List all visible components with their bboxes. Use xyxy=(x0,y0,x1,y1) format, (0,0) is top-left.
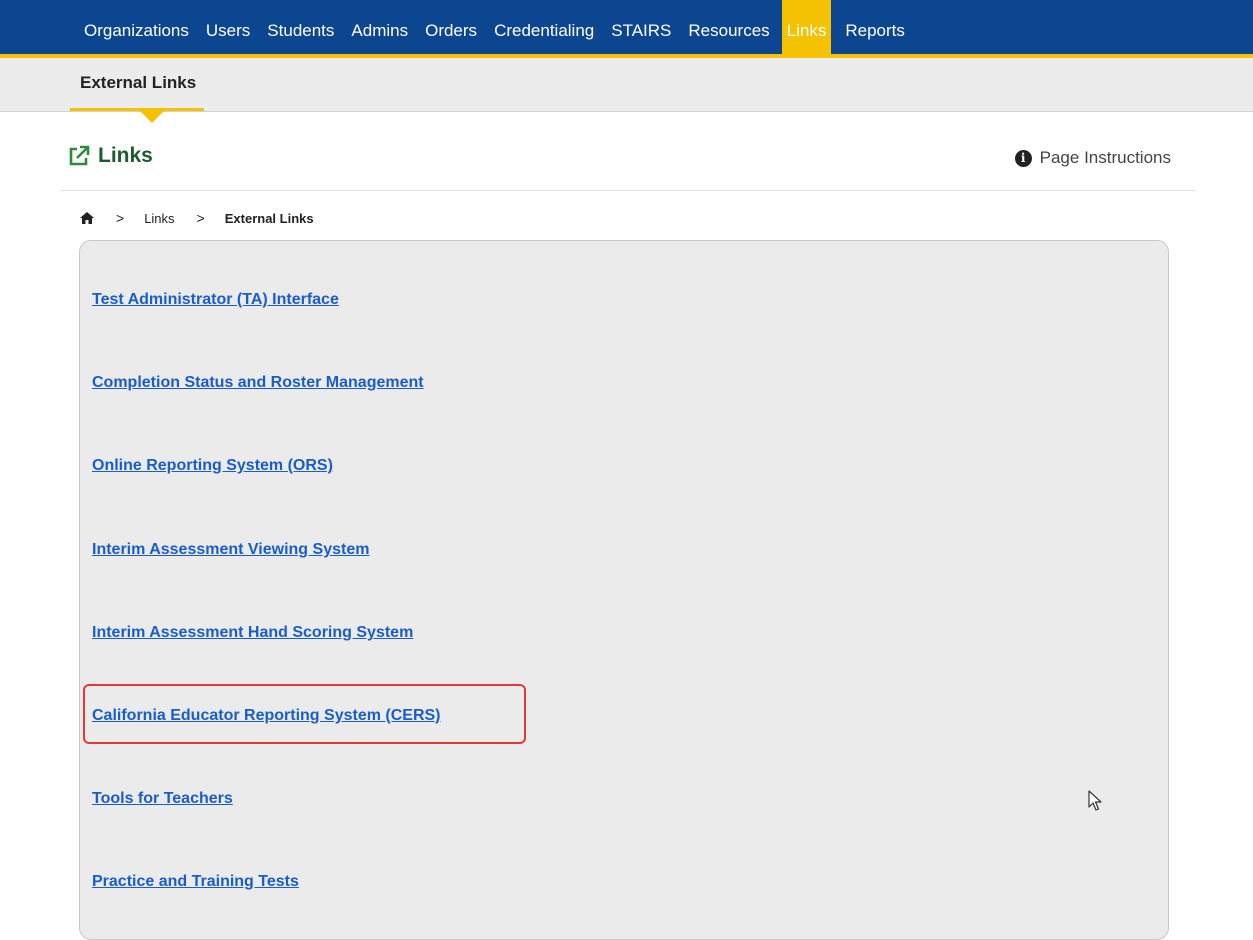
mouse-cursor-icon xyxy=(1088,790,1102,811)
page-instructions-button[interactable]: i Page Instructions xyxy=(1014,148,1171,168)
page-header: Links i Page Instructions xyxy=(60,140,1196,191)
link-practice-training-tests[interactable]: Practice and Training Tests xyxy=(92,873,299,891)
link-interim-assessment-hand-scoring[interactable]: Interim Assessment Hand Scoring System xyxy=(92,624,413,642)
nav-item-students[interactable]: Students xyxy=(259,0,342,54)
link-cers[interactable]: California Educator Reporting System (CE… xyxy=(92,707,441,725)
chevron-right-icon: > xyxy=(116,210,125,226)
link-interim-assessment-viewing[interactable]: Interim Assessment Viewing System xyxy=(92,541,369,559)
nav-item-reports[interactable]: Reports xyxy=(837,0,913,54)
active-tab-caret-icon xyxy=(140,111,164,123)
nav-item-admins[interactable]: Admins xyxy=(343,0,416,54)
link-ta-interface[interactable]: Test Administrator (TA) Interface xyxy=(92,291,339,309)
top-nav-list: Organizations Users Students Admins Orde… xyxy=(76,0,914,54)
nav-item-stairs[interactable]: STAIRS xyxy=(603,0,679,54)
page-title: Links xyxy=(68,144,153,168)
top-navigation: Organizations Users Students Admins Orde… xyxy=(0,0,1253,58)
page-title-text: Links xyxy=(98,144,153,167)
tab-external-links[interactable]: External Links xyxy=(70,58,205,111)
page-instructions-label: Page Instructions xyxy=(1039,148,1171,167)
nav-item-links[interactable]: Links xyxy=(781,0,832,54)
link-tools-for-teachers[interactable]: Tools for Teachers xyxy=(92,790,233,808)
nav-item-organizations[interactable]: Organizations xyxy=(76,0,197,54)
link-completion-status[interactable]: Completion Status and Roster Management xyxy=(92,374,424,392)
home-icon[interactable] xyxy=(80,212,94,224)
external-link-icon xyxy=(69,145,90,166)
link-online-reporting-system[interactable]: Online Reporting System (ORS) xyxy=(92,457,333,475)
nav-item-resources[interactable]: Resources xyxy=(680,0,777,54)
breadcrumb: > Links > External Links xyxy=(80,208,314,228)
nav-item-orders[interactable]: Orders xyxy=(417,0,485,54)
breadcrumb-current: External Links xyxy=(224,210,314,226)
sub-navigation: External Links xyxy=(0,58,1253,123)
nav-item-credentialing[interactable]: Credentialing xyxy=(486,0,602,54)
info-circle-icon: i xyxy=(1014,149,1032,167)
chevron-right-icon: > xyxy=(196,210,205,226)
nav-item-users[interactable]: Users xyxy=(198,0,258,54)
external-links-panel: Test Administrator (TA) Interface Comple… xyxy=(79,240,1169,940)
breadcrumb-links[interactable]: Links xyxy=(144,211,174,226)
